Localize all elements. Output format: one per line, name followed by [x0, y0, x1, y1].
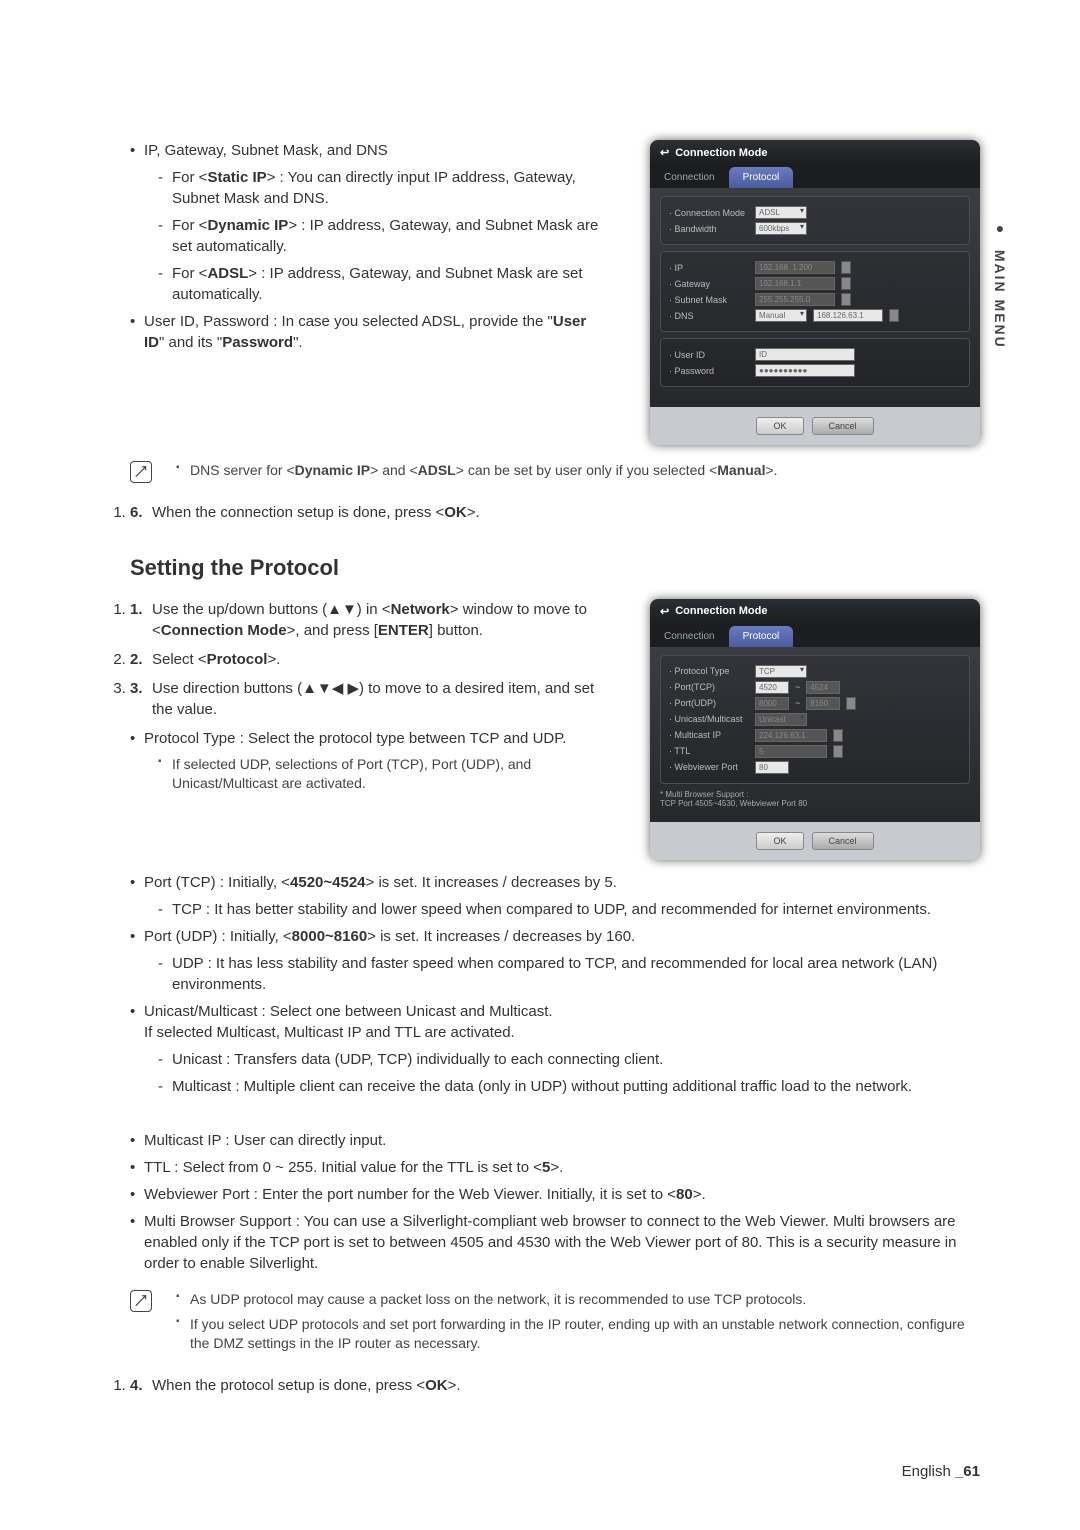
select-bandwidth[interactable]: 600kbps — [755, 222, 807, 235]
label-dns: · DNS — [669, 311, 749, 321]
note-icon — [130, 1290, 152, 1312]
bullet-port-udp: Port (UDP) : Initially, <8000~8160> is s… — [130, 926, 980, 995]
dns-stepper[interactable] — [889, 309, 899, 322]
dialog1-header: ↩Connection Mode — [650, 140, 980, 165]
select-protocol-type[interactable]: TCP — [755, 665, 807, 678]
dash-tcp-desc: TCP : It has better stability and lower … — [144, 899, 980, 920]
dash-multicast: Multicast : Multiple client can receive … — [144, 1076, 980, 1097]
note-udp-packet-loss: As UDP protocol may cause a packet loss … — [162, 1290, 980, 1309]
back-icon: ↩ — [660, 605, 669, 618]
bullet-webviewer: Webviewer Port : Enter the port number f… — [130, 1184, 980, 1205]
select-unicast-multicast: Unicast — [755, 713, 807, 726]
dash-udp-desc: UDP : It has less stability and faster s… — [144, 953, 980, 995]
input-subnet[interactable]: 255.255.255.0 — [755, 293, 835, 306]
label-unicast-multicast: · Unicast/Multicast — [669, 714, 749, 724]
label-password: · Password — [669, 366, 749, 376]
sm-stepper[interactable] — [841, 293, 851, 306]
step-2: 2.Select <Protocol>. — [130, 649, 610, 670]
dialog2-header: ↩Connection Mode — [650, 599, 980, 624]
step-4: 4.When the protocol setup is done, press… — [130, 1375, 980, 1396]
bullet-unicast-multicast: Unicast/Multicast : Select one between U… — [130, 1001, 980, 1124]
label-port-tcp: · Port(TCP) — [669, 682, 749, 692]
input-multicast-ip: 224.126.63.1 — [755, 729, 827, 742]
bullet-userid: User ID, Password : In case you selected… — [130, 311, 610, 353]
label-ttl: · TTL — [669, 746, 749, 756]
label-protocol-type: · Protocol Type — [669, 666, 749, 676]
dialog-protocol: ↩Connection Mode Connection Protocol · P… — [650, 599, 980, 860]
step-6: 6.When the connection setup is done, pre… — [130, 502, 980, 523]
step-1: 1.Use the up/down buttons (▲▼) in <Netwo… — [130, 599, 610, 641]
label-port-udp: · Port(UDP) — [669, 698, 749, 708]
tab-connection[interactable]: Connection — [650, 626, 729, 647]
note-dns: DNS server for <Dynamic IP> and <ADSL> c… — [162, 461, 980, 480]
label-webviewer-port: · Webviewer Port — [669, 762, 749, 772]
bullet-multicast-ip: Multicast IP : User can directly input. — [130, 1130, 980, 1151]
label-ip: · IP — [669, 263, 749, 273]
sq-udp-activated: If selected UDP, selections of Port (TCP… — [144, 755, 610, 793]
note-udp-dmz: If you select UDP protocols and set port… — [162, 1315, 980, 1353]
ok-button[interactable]: OK — [756, 832, 803, 850]
input-userid[interactable]: ID — [755, 348, 855, 361]
input-port-tcp-from[interactable]: 4520 — [755, 681, 789, 694]
ok-button[interactable]: OK — [756, 417, 803, 435]
label-bandwidth: · Bandwidth — [669, 224, 749, 234]
cancel-button[interactable]: Cancel — [812, 417, 874, 435]
side-tab-label: MAIN MENU — [992, 250, 1008, 349]
input-port-tcp-to: 4524 — [806, 681, 840, 694]
bullet-ttl: TTL : Select from 0 ~ 255. Initial value… — [130, 1157, 980, 1178]
input-password[interactable]: ●●●●●●●●●● — [755, 364, 855, 377]
page-footer: English _61 — [902, 1463, 980, 1480]
dialog-connection-mode: ↩Connection Mode Connection Protocol · C… — [650, 140, 980, 445]
step-3: 3.Use direction buttons (▲▼◀ ▶) to move … — [130, 678, 610, 720]
select-connection-mode[interactable]: ADSL — [755, 206, 807, 219]
note-icon — [130, 461, 152, 483]
input-gateway[interactable]: 192.168.1.1 — [755, 277, 835, 290]
ttl-stepper[interactable] — [833, 745, 843, 758]
cancel-button[interactable]: Cancel — [812, 832, 874, 850]
input-dns[interactable]: 168.126.63.1 — [813, 309, 883, 322]
bullet-multibrowser: Multi Browser Support : You can use a Si… — [130, 1211, 980, 1274]
input-port-udp-from: 8000 — [755, 697, 789, 710]
dash-dynamic-ip: For <Dynamic IP> : IP address, Gateway, … — [144, 215, 610, 257]
bullet-protocol-type: Protocol Type : Select the protocol type… — [130, 728, 610, 793]
label-multicast-ip: · Multicast IP — [669, 730, 749, 740]
section-heading: Setting the Protocol — [130, 555, 980, 581]
side-tab: ● MAIN MENU — [992, 220, 1008, 349]
udp-stepper[interactable] — [846, 697, 856, 710]
dash-unicast: Unicast : Transfers data (UDP, TCP) indi… — [144, 1049, 980, 1070]
select-dns-mode[interactable]: Manual — [755, 309, 807, 322]
input-ip[interactable]: 192.168. 1.200 — [755, 261, 835, 274]
ip-stepper[interactable] — [841, 261, 851, 274]
label-gateway: · Gateway — [669, 279, 749, 289]
back-icon: ↩ — [660, 146, 669, 159]
gw-stepper[interactable] — [841, 277, 851, 290]
tab-protocol[interactable]: Protocol — [729, 626, 794, 647]
input-ttl: 5 — [755, 745, 827, 758]
label-subnet: · Subnet Mask — [669, 295, 749, 305]
bullet-ip: IP, Gateway, Subnet Mask, and DNS For <S… — [130, 140, 610, 305]
input-webviewer-port[interactable]: 80 — [755, 761, 789, 774]
tab-connection[interactable]: Connection — [650, 167, 729, 188]
dialog2-footnote: * Multi Browser Support : TCP Port 4505~… — [660, 790, 970, 808]
dash-adsl: For <ADSL> : IP address, Gateway, and Su… — [144, 263, 610, 305]
label-userid: · User ID — [669, 350, 749, 360]
tab-protocol[interactable]: Protocol — [729, 167, 794, 188]
mip-stepper[interactable] — [833, 729, 843, 742]
bullet-port-tcp: Port (TCP) : Initially, <4520~4524> is s… — [130, 872, 980, 920]
dash-static-ip: For <Static IP> : You can directly input… — [144, 167, 610, 209]
input-port-udp-to: 8160 — [806, 697, 840, 710]
label-connection-mode: · Connection Mode — [669, 208, 749, 218]
